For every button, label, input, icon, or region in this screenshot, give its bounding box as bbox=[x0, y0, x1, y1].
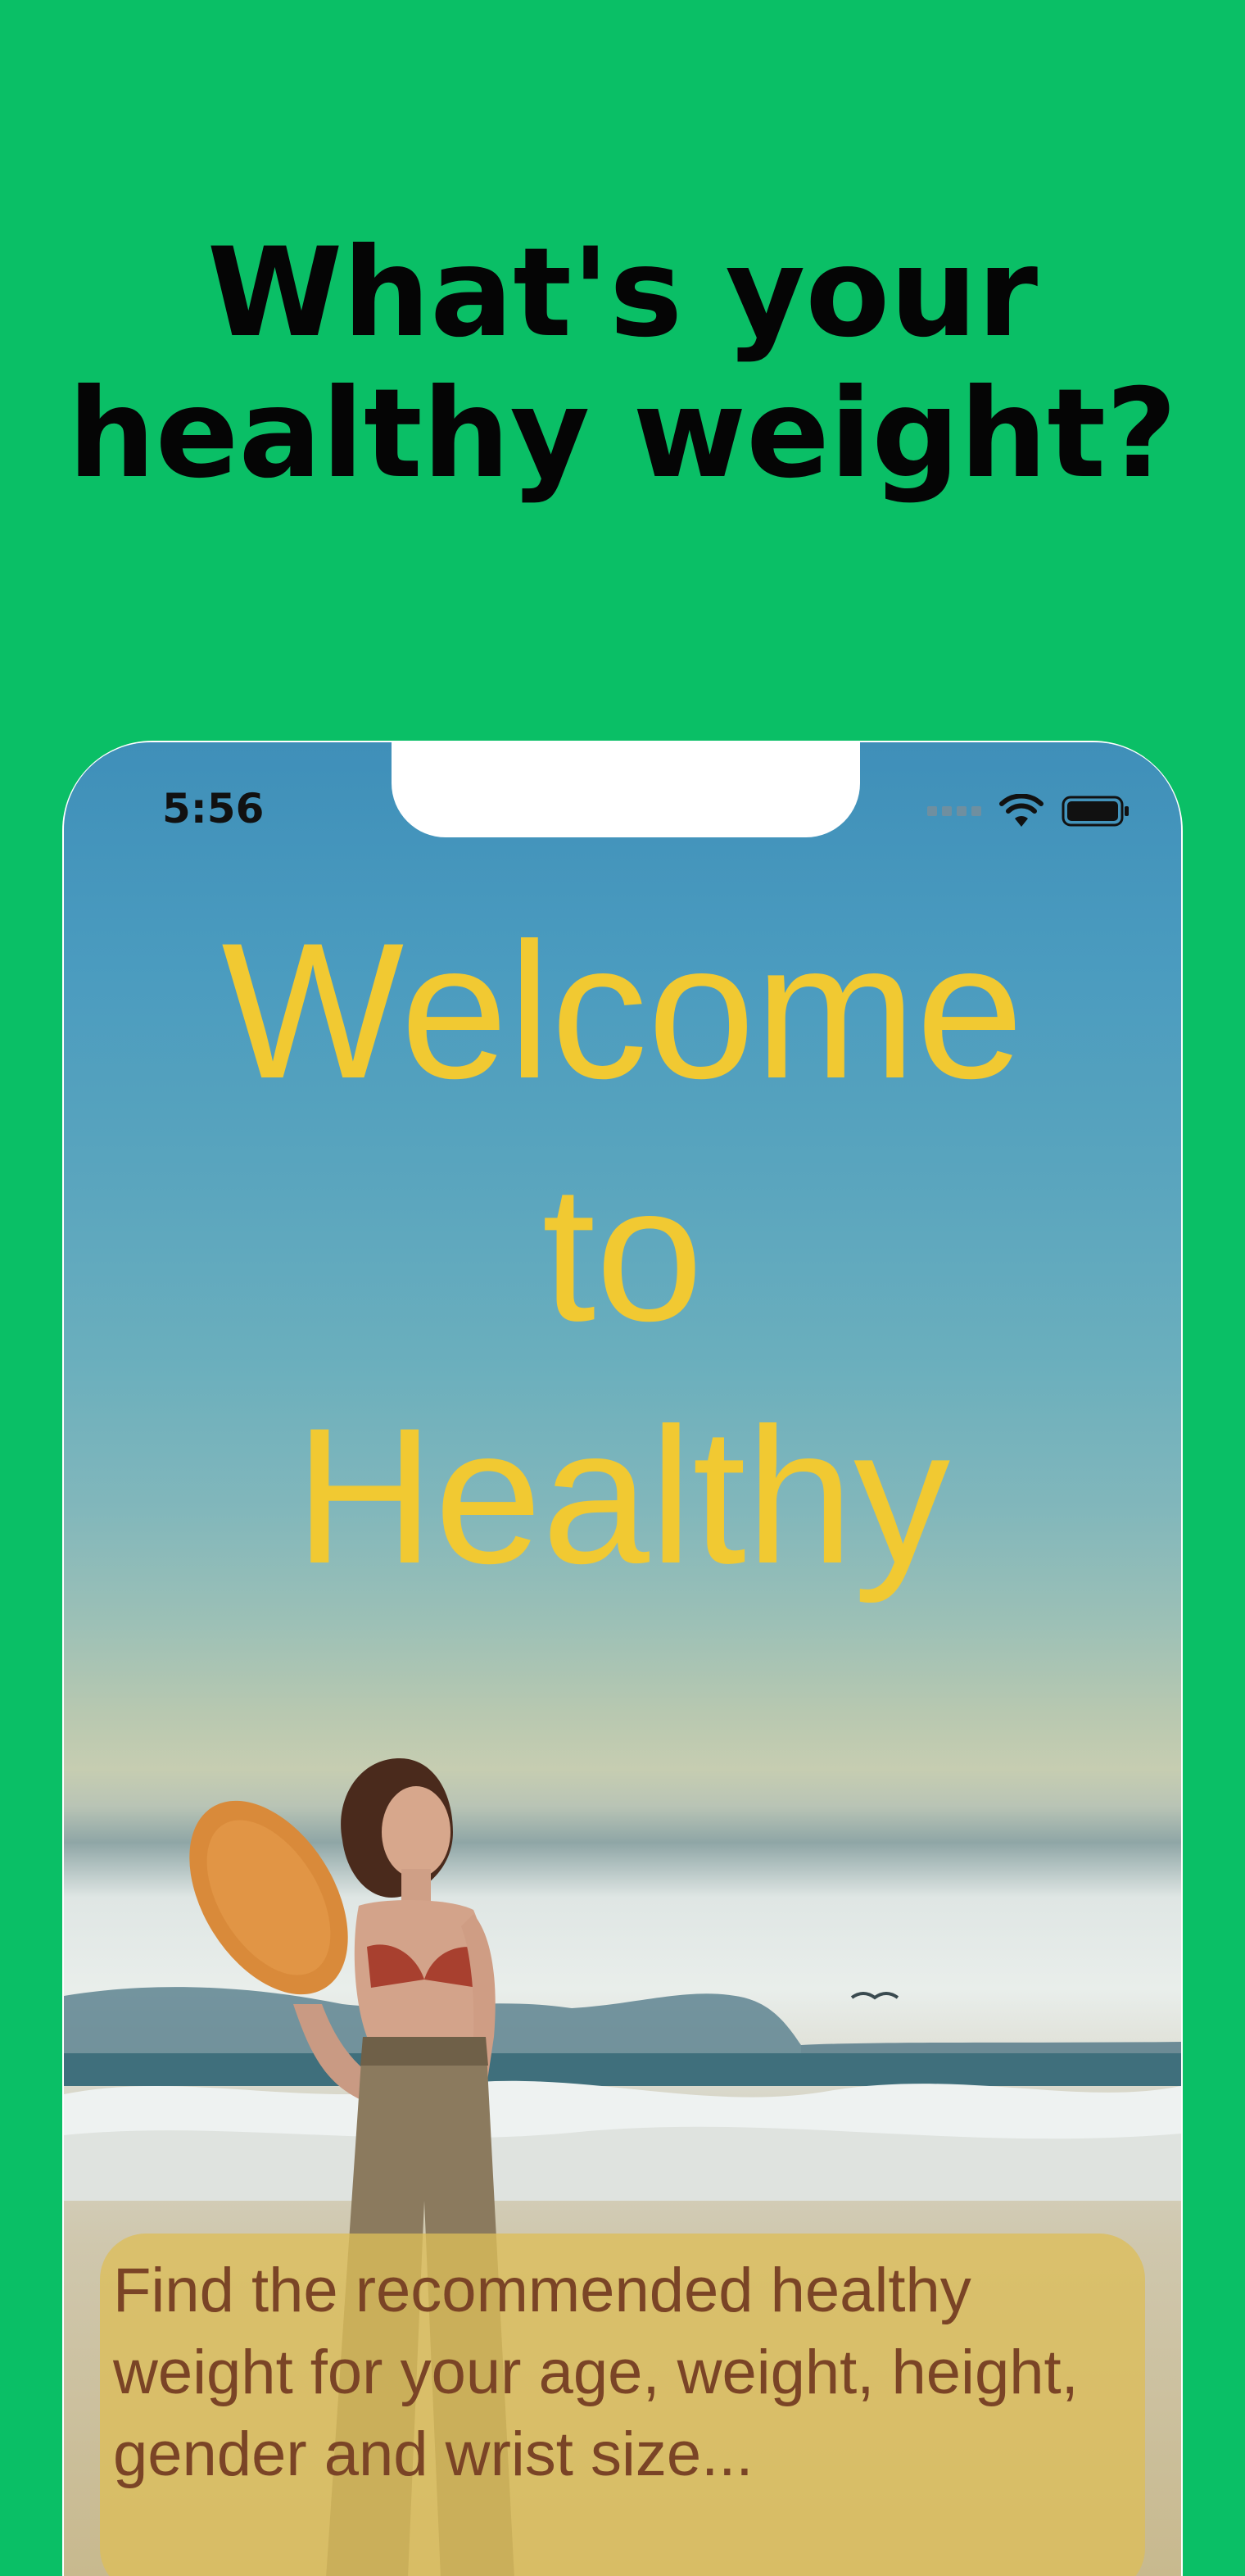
bird-icon bbox=[850, 1992, 899, 2000]
welcome-line-3: Healthy bbox=[294, 1388, 951, 1604]
headline-line-1: What's your bbox=[206, 222, 1039, 365]
welcome-title: Welcome to Healthy bbox=[64, 890, 1181, 1617]
welcome-line-2: to bbox=[541, 1145, 704, 1362]
notch bbox=[392, 742, 860, 837]
description-text: Find the recommended healthy weight for … bbox=[113, 2256, 1079, 2489]
description-card: Find the recommended healthy weight for … bbox=[100, 2234, 1145, 2576]
phone-frame: 5:56 Welcome to Healthy Find the recomme… bbox=[62, 741, 1183, 2576]
status-icons bbox=[927, 791, 1130, 831]
headline-line-2: healthy weight? bbox=[67, 363, 1178, 506]
status-time: 5:56 bbox=[162, 785, 265, 832]
app-screen: 5:56 Welcome to Healthy Find the recomme… bbox=[64, 742, 1181, 2576]
signal-icon bbox=[927, 806, 981, 816]
wifi-icon bbox=[999, 794, 1044, 828]
battery-icon bbox=[1062, 795, 1130, 828]
welcome-line-1: Welcome bbox=[221, 903, 1024, 1119]
headline: What's your healthy weight? bbox=[0, 223, 1245, 505]
